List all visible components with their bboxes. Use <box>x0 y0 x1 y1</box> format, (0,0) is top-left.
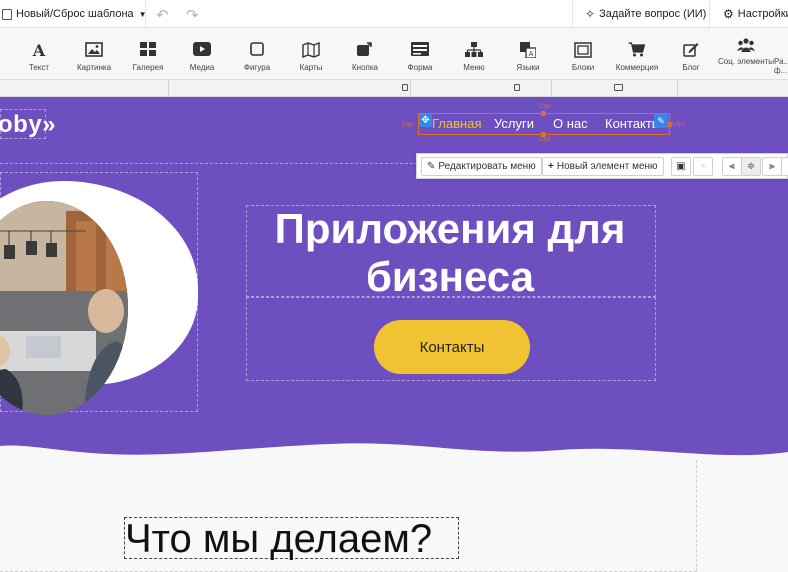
shape-icon <box>250 42 264 56</box>
menu-icon <box>465 42 483 57</box>
ai-question-label: Задайте вопрос (ИИ) <box>599 8 707 20</box>
menu-item-services[interactable]: Услуги <box>494 116 534 131</box>
template-selector[interactable]: Новый/Сброс шаблона ▼ <box>2 0 147 28</box>
menu-element-toolbar: ✎ Редактировать меню + Новый элемент мен… <box>416 153 788 179</box>
gear-icon: ⚙ <box>723 7 734 21</box>
tool-menu[interactable]: Меню <box>446 28 502 80</box>
menu-item-home[interactable]: Главная <box>432 116 481 131</box>
template-label: Новый/Сброс шаблона <box>16 8 134 20</box>
settings-button[interactable]: ⚙ Настройки <box>723 0 788 28</box>
form-icon <box>411 42 429 56</box>
laptop-breakpoint-icon[interactable] <box>614 84 623 91</box>
hero-title-line-1: Приложения для <box>274 205 626 252</box>
ruler <box>0 80 788 97</box>
site-logo[interactable]: oby» <box>0 111 56 139</box>
tool-blog[interactable]: Блог <box>663 28 719 80</box>
menu-item-about[interactable]: О нас <box>553 116 588 131</box>
pencil-icon: ✎ <box>427 161 436 172</box>
template-icon <box>2 8 12 20</box>
align-left-icon[interactable]: ⫷ <box>722 157 742 176</box>
languages-icon: A <box>520 42 536 58</box>
redo-icon[interactable]: ↷ <box>186 6 199 24</box>
blog-icon <box>683 43 699 57</box>
tool-media[interactable]: Медиа <box>174 28 230 80</box>
sparkle-icon: ✧ <box>585 7 596 21</box>
frame-style-alt-icon[interactable]: ▫ <box>693 157 713 176</box>
align-justify-icon[interactable] <box>781 157 788 176</box>
settings-label: Настройки <box>737 8 788 20</box>
gallery-icon <box>140 42 156 56</box>
tablet-breakpoint-icon[interactable] <box>514 84 520 91</box>
tool-gallery[interactable]: Галерея <box>120 28 176 80</box>
frame-style-icon[interactable]: ▣ <box>671 157 691 176</box>
tool-blocks[interactable]: Блоки <box>555 28 611 80</box>
edit-menu-button[interactable]: ✎ Редактировать меню <box>421 157 542 176</box>
tool-button[interactable]: Кнопка <box>337 28 393 80</box>
hero-section[interactable]: oby» 10px 10px 10px 10px Главная Услуги … <box>0 97 788 457</box>
top-bar: Новый/Сброс шаблона ▼ ↶ ↷ ✧ Задайте вопр… <box>0 0 788 28</box>
tool-commerce[interactable]: Коммерция <box>609 28 665 80</box>
section-title[interactable]: Что мы делаем? <box>124 517 459 560</box>
image-icon <box>85 42 103 57</box>
svg-text:A: A <box>32 42 46 58</box>
tool-form[interactable]: Форма <box>392 28 448 80</box>
move-icon[interactable]: ✥ <box>419 114 432 127</box>
tool-image[interactable]: Картинка <box>66 28 122 80</box>
hero-title[interactable]: Приложения для бизнеса <box>250 205 650 301</box>
tools-toolbar: A Текст Картинка Галерея Медиа Фигура Ка… <box>0 28 788 80</box>
social-icon <box>737 38 755 52</box>
tool-more[interactable]: Ра... ф... <box>772 28 788 80</box>
undo-icon[interactable]: ↶ <box>156 6 169 24</box>
pencil-icon[interactable]: ✎ <box>654 114 668 128</box>
tool-text[interactable]: A Текст <box>11 28 67 80</box>
button-icon <box>357 42 372 56</box>
resize-handle-bottom[interactable] <box>541 132 546 137</box>
mobile-breakpoint-icon[interactable] <box>402 84 408 91</box>
plus-icon: + <box>548 161 554 172</box>
tool-shape[interactable]: Фигура <box>229 28 285 80</box>
cart-icon <box>628 42 646 57</box>
tool-social[interactable]: Соц. элементы <box>718 28 774 80</box>
new-menu-item-button[interactable]: + Новый элемент меню <box>542 157 664 176</box>
align-center-icon[interactable]: ≑ <box>741 157 761 176</box>
tool-languages[interactable]: A Языки <box>500 28 556 80</box>
blocks-icon <box>574 42 592 58</box>
media-icon <box>193 42 211 56</box>
resize-handle-top[interactable] <box>541 111 546 116</box>
menu-item-contacts[interactable]: Контакты <box>605 116 661 131</box>
contacts-cta-button[interactable]: Контакты <box>374 320 530 374</box>
text-icon: A <box>32 42 46 58</box>
hero-title-line-2: бизнеса <box>365 253 535 300</box>
align-right-icon[interactable]: ⫸ <box>762 157 782 176</box>
svg-text:A: A <box>529 50 534 58</box>
tool-maps[interactable]: Карты <box>283 28 339 80</box>
map-icon <box>302 42 320 58</box>
ai-question-button[interactable]: ✧ Задайте вопрос (ИИ) <box>585 0 706 28</box>
